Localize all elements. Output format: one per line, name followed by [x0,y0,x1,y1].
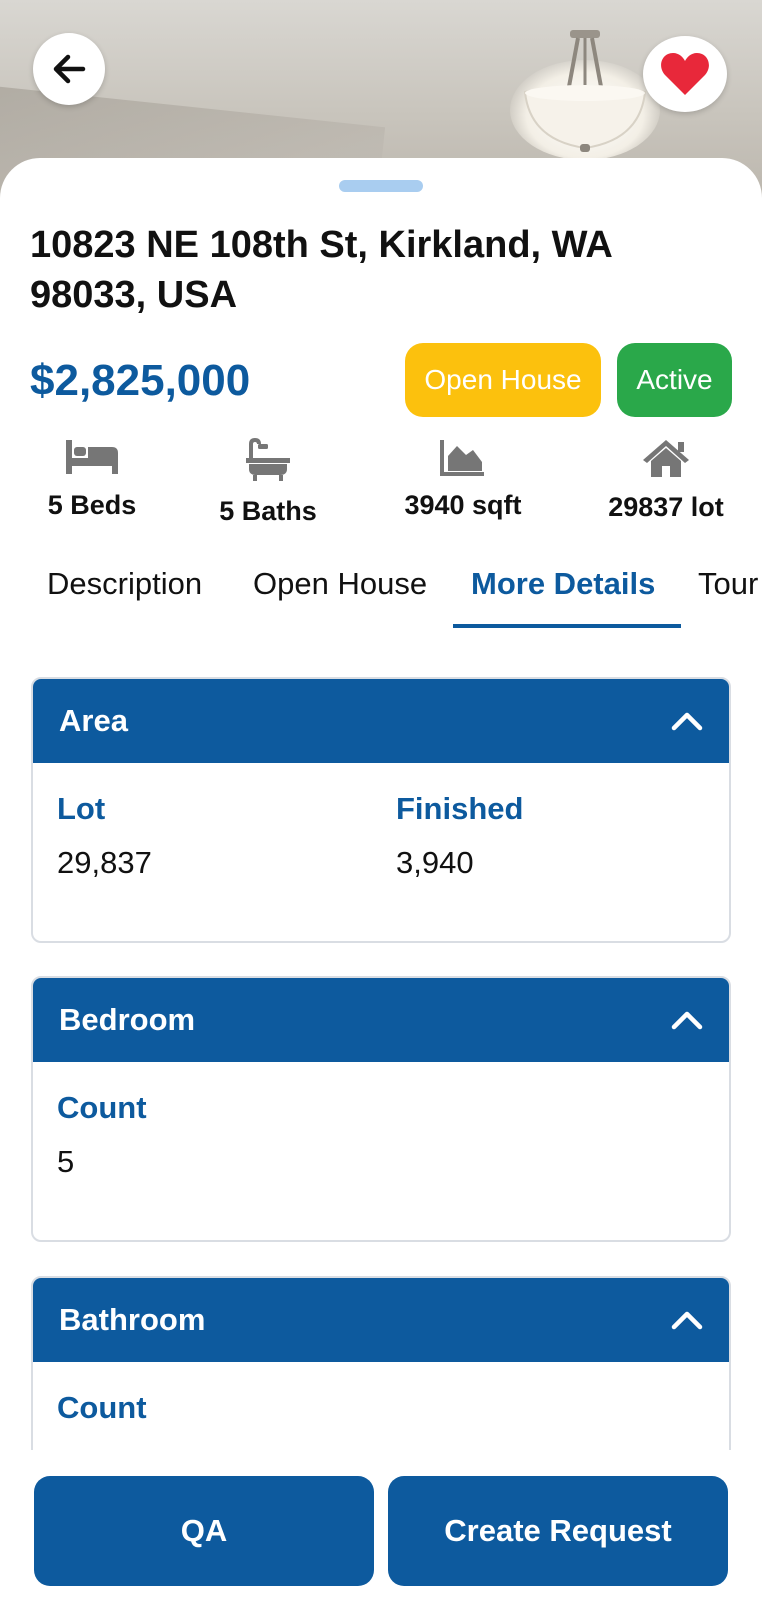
lot-label: 29837 lot [608,492,724,522]
baths-label: 5 Baths [219,496,317,526]
bathtub-icon [246,438,290,481]
chevron-up-icon [671,1011,703,1030]
finished-field-label: Finished [396,791,524,826]
bathroom-section-header[interactable]: Bathroom [33,1278,729,1362]
stat-baths: 5 Baths [213,438,323,527]
stat-lot: 29837 lot [600,438,732,523]
beds-label: 5 Beds [47,490,137,520]
listing-address: 10823 NE 108th St, Kirkland, WA 98033, U… [30,224,612,316]
area-section-header[interactable]: Area [33,679,729,763]
active-tab-indicator [453,624,681,628]
favorite-button[interactable] [643,36,727,112]
sqft-label: 3940 sqft [404,490,522,520]
tab-description[interactable]: Description [47,566,202,602]
create-request-button[interactable]: Create Request [388,1476,728,1586]
house-icon [643,440,689,477]
area-chart-icon [440,440,484,476]
bathroom-section: Bathroom Count [31,1276,731,1476]
arrow-left-icon [53,54,86,84]
listing-price: $2,825,000 [30,356,251,405]
finished-field-value: 3,940 [396,845,474,880]
bed-icon [66,440,118,474]
tab-open-house[interactable]: Open House [253,566,427,602]
qa-button[interactable]: QA [34,1476,374,1586]
detail-tabs: Description Open House More Details Tour [0,558,762,630]
tab-tour[interactable]: Tour [698,566,758,602]
lot-field-value: 29,837 [57,845,152,880]
area-section-title: Area [59,703,128,738]
back-button[interactable] [33,33,105,105]
lot-field: Lot 29,837 [57,791,152,881]
status-badge: Active [617,343,732,417]
stat-beds: 5 Beds [40,438,144,521]
ceiling-light-fixture [523,30,647,152]
bedroom-section: Bedroom Count 5 [31,976,731,1242]
stat-sqft: 3940 sqft [393,438,533,521]
bathroom-count-label: Count [57,1390,147,1425]
lot-field-label: Lot [57,791,106,826]
chevron-up-icon [671,712,703,731]
bottom-action-bar: QA Create Request [0,1450,762,1600]
bedroom-section-header[interactable]: Bedroom [33,978,729,1062]
tab-more-details[interactable]: More Details [471,566,655,602]
bedroom-count-field: Count 5 [57,1090,147,1180]
bathroom-section-title: Bathroom [59,1302,206,1337]
bedroom-count-value: 5 [57,1144,75,1179]
drag-handle[interactable] [339,180,423,192]
open-house-badge: Open House [405,343,601,417]
listing-sheet: 10823 NE 108th St, Kirkland, WA 98033, U… [0,158,762,1600]
heart-icon [661,53,709,95]
bedroom-section-title: Bedroom [59,1002,196,1037]
chevron-up-icon [671,1311,703,1330]
area-section: Area Lot 29,837 Finished 3,940 [31,677,731,943]
finished-field: Finished 3,940 [396,791,523,881]
bedroom-count-label: Count [57,1090,147,1125]
bathroom-count-field: Count [57,1390,147,1426]
